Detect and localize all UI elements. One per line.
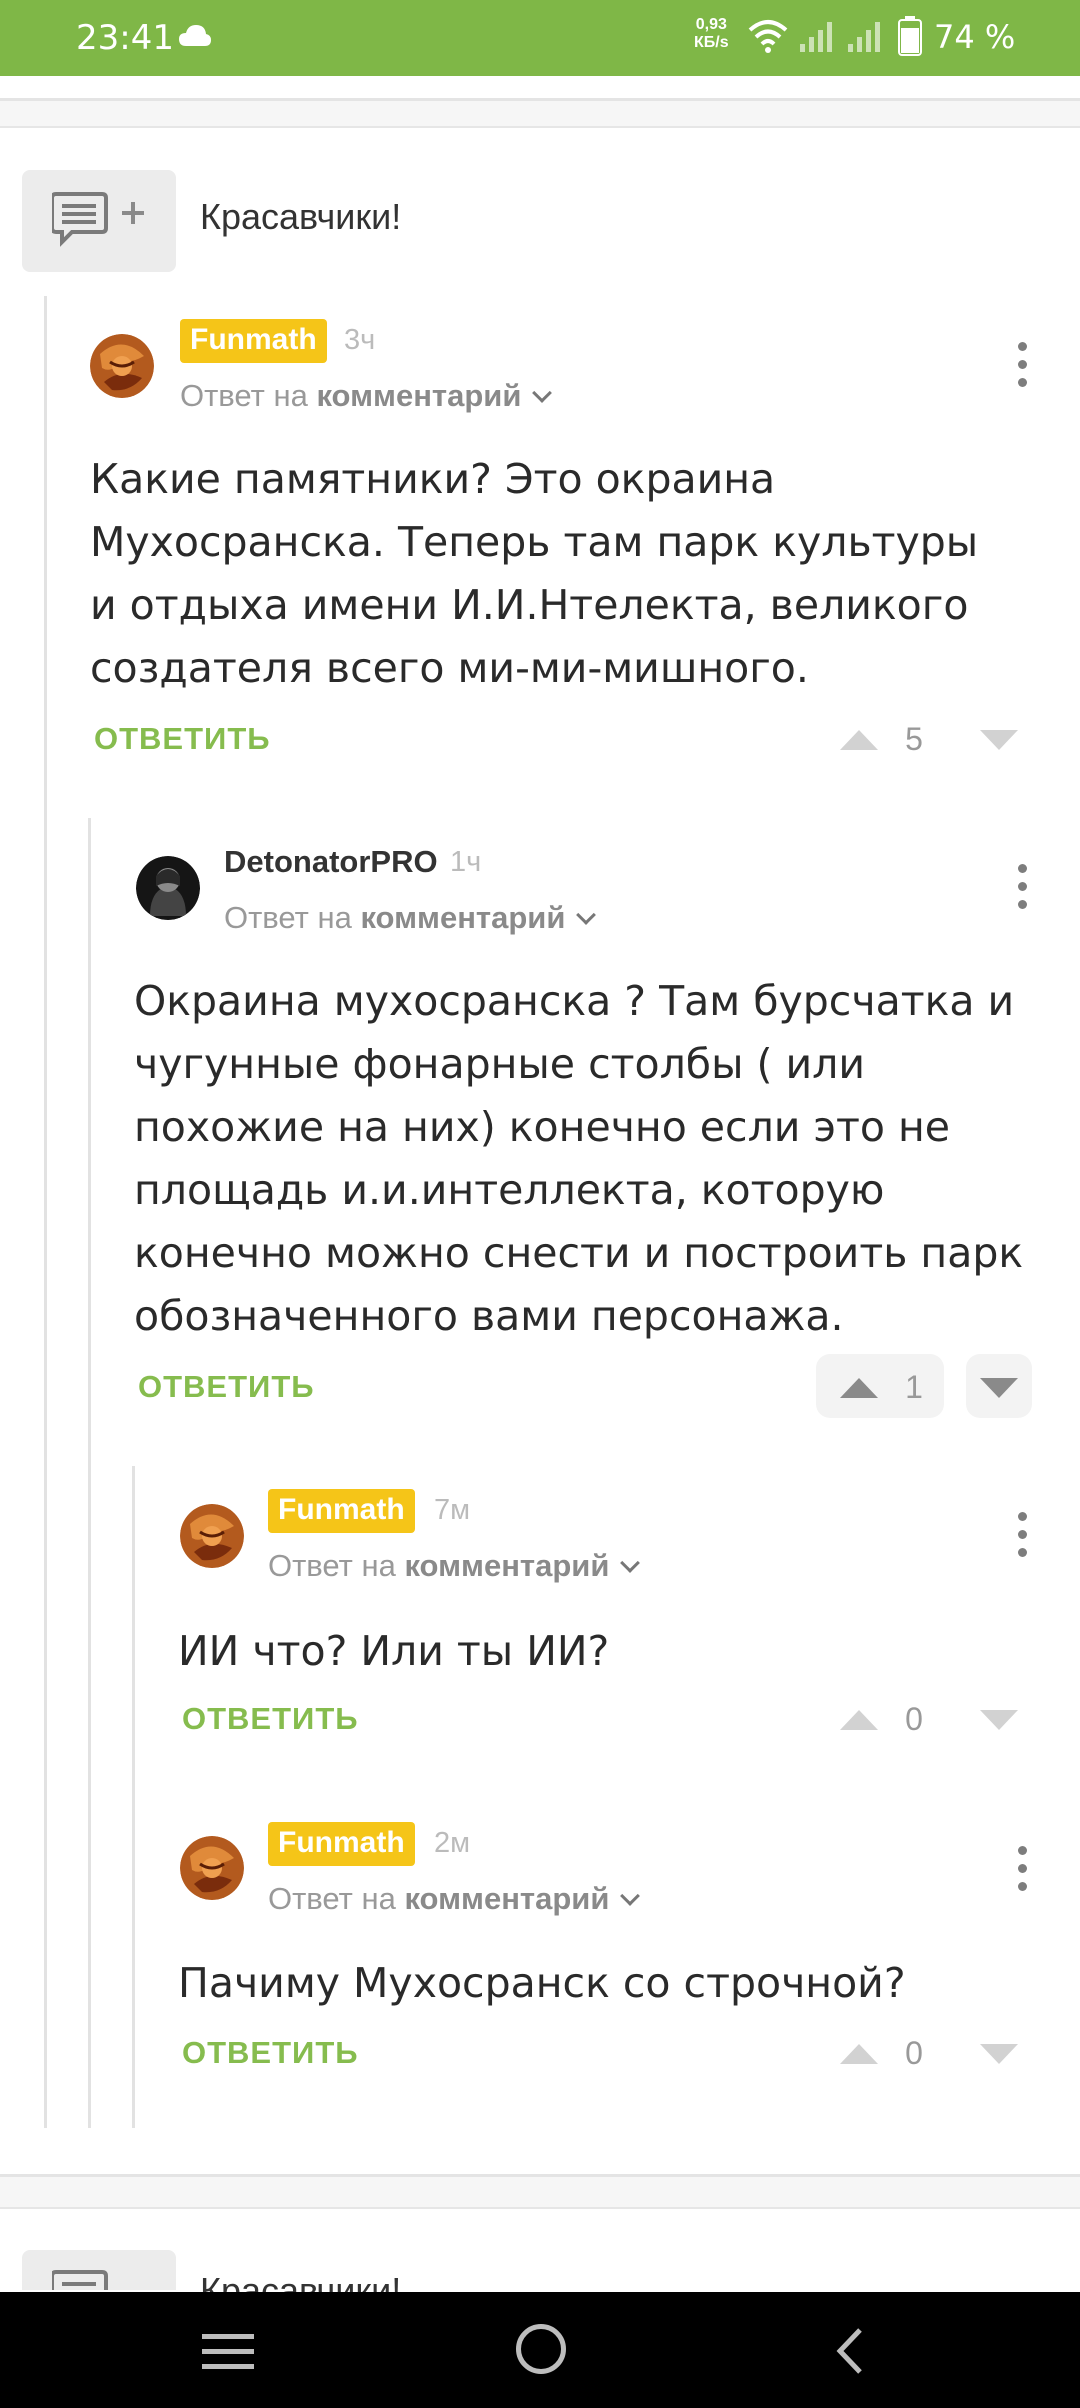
comment-time: 1ч: [450, 846, 482, 878]
downvote-icon[interactable]: [978, 1708, 1020, 1732]
username[interactable]: Funmath: [268, 1489, 415, 1533]
add-comment-button[interactable]: [22, 170, 176, 272]
back-icon[interactable]: [830, 2326, 870, 2376]
network-speed: 0,93 КБ/s: [694, 16, 729, 52]
more-options-icon[interactable]: [1016, 1846, 1028, 1892]
downvote-icon[interactable]: [978, 2042, 1020, 2066]
add-comment-button-next[interactable]: [22, 2250, 176, 2290]
username[interactable]: Funmath: [180, 319, 327, 363]
chevron-down-icon: [620, 1553, 641, 1573]
comment-time: 3ч: [344, 324, 376, 356]
thread-line: [132, 1466, 135, 2128]
reply-to-prefix: Ответ на: [180, 378, 308, 413]
downvote-icon[interactable]: [978, 728, 1020, 752]
thread-line: [88, 818, 91, 2128]
network-speed-value: 0,93: [695, 16, 727, 33]
reply-button[interactable]: ОТВЕТИТЬ: [182, 1700, 359, 1738]
signal-icon: [800, 22, 832, 52]
thread-line: [44, 296, 47, 2128]
chevron-down-icon: [620, 1886, 641, 1906]
reply-button[interactable]: ОТВЕТИТЬ: [138, 1368, 315, 1406]
reply-to-link[interactable]: Ответ на комментарий: [180, 377, 553, 415]
reply-to-target: комментарий: [404, 1881, 610, 1916]
vote-count: 0: [905, 2035, 923, 2071]
wifi-icon: [748, 20, 788, 53]
next-post-title[interactable]: Красавчики!: [200, 2270, 401, 2294]
more-options-icon[interactable]: [1016, 342, 1028, 388]
vote-count: 5: [905, 721, 923, 757]
username[interactable]: Funmath: [268, 1822, 415, 1866]
separator: [0, 76, 1080, 128]
reply-to-target: комментарий: [316, 378, 522, 413]
username[interactable]: DetonatorPRO: [224, 843, 438, 881]
comment-add-icon: [52, 192, 144, 247]
comment-text: Окраина мухосранска ? Там бурсчатка и чу…: [134, 977, 1024, 1340]
upvote-icon[interactable]: [838, 728, 880, 752]
reply-to-link[interactable]: Ответ на комментарий: [268, 1547, 641, 1585]
battery-percent: 74 %: [934, 18, 1016, 56]
comment-text: Какие памятники? Это окраина Мухосранска…: [90, 455, 979, 692]
comment-time: 2м: [434, 1827, 471, 1859]
clock: 23:41: [76, 18, 174, 58]
reply-button[interactable]: ОТВЕТИТЬ: [94, 720, 271, 758]
reply-to-prefix: Ответ на: [268, 1881, 396, 1916]
vote-count: 1: [905, 1369, 923, 1405]
network-speed-unit: КБ/s: [694, 34, 729, 51]
avatar[interactable]: [180, 1504, 244, 1568]
avatar[interactable]: [180, 1836, 244, 1900]
home-icon[interactable]: [516, 2324, 566, 2374]
cloud-icon: [179, 25, 211, 46]
more-options-icon[interactable]: [1016, 864, 1028, 910]
comment-text: ИИ что? Или ты ИИ?: [178, 1627, 610, 1675]
more-options-icon[interactable]: [1016, 1512, 1028, 1558]
reply-to-link[interactable]: Ответ на комментарий: [224, 899, 597, 937]
upvote-icon[interactable]: [838, 1376, 880, 1400]
signal-icon-2: [848, 22, 880, 52]
comment-add-icon: [52, 2270, 108, 2290]
recent-apps-icon[interactable]: [200, 2332, 256, 2372]
chevron-down-icon: [576, 905, 597, 925]
upvote-icon[interactable]: [838, 1708, 880, 1732]
chevron-down-icon: [532, 383, 553, 403]
vote-count: 0: [905, 1701, 923, 1737]
post-title[interactable]: Красавчики!: [200, 196, 401, 238]
upvote-icon[interactable]: [838, 2042, 880, 2066]
reply-button[interactable]: ОТВЕТИТЬ: [182, 2034, 359, 2072]
avatar[interactable]: [136, 856, 200, 920]
reply-to-target: комментарий: [360, 900, 566, 935]
battery-icon: [898, 16, 922, 56]
separator: [0, 2174, 1080, 2210]
downvote-icon[interactable]: [978, 1376, 1020, 1400]
reply-to-prefix: Ответ на: [268, 1548, 396, 1583]
reply-to-target: комментарий: [404, 1548, 610, 1583]
status-bar: 23:41 0,93 КБ/s 74 %: [0, 0, 1080, 76]
avatar[interactable]: [90, 334, 154, 398]
system-nav-bar: [0, 2292, 1080, 2408]
comment-text: Пачиму Мухосранск со строчной?: [178, 1959, 906, 2007]
reply-to-link[interactable]: Ответ на комментарий: [268, 1880, 641, 1918]
reply-to-prefix: Ответ на: [224, 900, 352, 935]
comment-time: 7м: [434, 1494, 471, 1526]
